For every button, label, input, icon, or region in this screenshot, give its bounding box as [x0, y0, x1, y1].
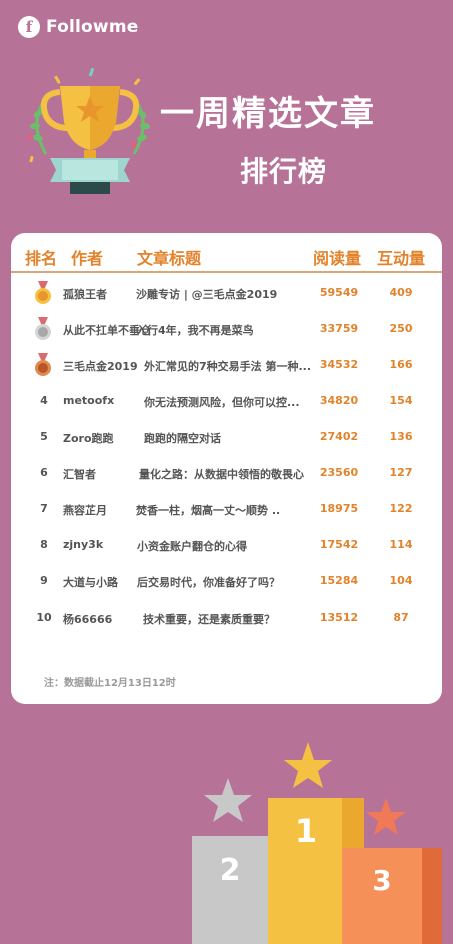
- podium-first-label: 1: [295, 812, 317, 850]
- page-subtitle: 排行榜: [240, 155, 328, 188]
- interaction-count: 127: [389, 466, 413, 479]
- data-cutoff-note: 注：数据截止12月13日12时: [44, 678, 176, 689]
- star-icon: [204, 778, 252, 822]
- interaction-count: 114: [389, 538, 413, 551]
- podium-third-label: 3: [372, 864, 391, 897]
- read-count: 59549: [319, 286, 359, 299]
- ranking-card: 排名 作者 文章标题 阅读量 互动量 孤狼王者 沙雕专访 | @三毛点金2019 5…: [11, 233, 442, 704]
- table-row[interactable]: 三毛点金2019 外汇常见的7种交易手法 第一种... 34532 166: [11, 349, 442, 385]
- interaction-count: 136: [389, 430, 413, 443]
- table-row[interactable]: 4 metoofx 你无法预测风险，但你可以控... 34820 154: [11, 385, 442, 421]
- author-name[interactable]: 三毛点金2019: [63, 358, 138, 374]
- author-name[interactable]: 汇智者: [63, 466, 96, 482]
- brand-logo[interactable]: f Followme: [18, 16, 139, 38]
- read-count: 34532: [319, 358, 359, 371]
- article-title-link[interactable]: 入行4年，我不再是菜鸟: [136, 322, 254, 338]
- article-title-link[interactable]: 你无法预测风险，但你可以控...: [144, 394, 300, 410]
- followme-logo-icon: f: [18, 16, 40, 38]
- bronze-medal-icon: [35, 353, 51, 376]
- author-name[interactable]: 大道与小路: [63, 574, 118, 590]
- article-title-link[interactable]: 沙雕专访 | @三毛点金2019: [136, 286, 277, 302]
- read-count: 34820: [319, 394, 359, 407]
- read-count: 15284: [319, 574, 359, 587]
- read-count: 33759: [319, 322, 359, 335]
- author-name[interactable]: metoofx: [63, 394, 114, 407]
- interaction-count: 122: [389, 502, 413, 515]
- brand-name: Followme: [46, 17, 139, 37]
- table-row[interactable]: 8 zjny3k 小资金账户翻仓的心得 17542 114: [11, 529, 442, 565]
- rank-number: 8: [40, 538, 48, 551]
- author-name[interactable]: 燕容芷月: [63, 502, 107, 518]
- read-count: 18975: [319, 502, 359, 515]
- interaction-count: 409: [389, 286, 413, 299]
- col-rank: 排名: [25, 249, 58, 268]
- rank-number: 7: [40, 502, 48, 515]
- rank-number: 5: [40, 430, 48, 443]
- interaction-count: 104: [389, 574, 413, 587]
- col-interactions: 互动量: [377, 249, 426, 268]
- table-row[interactable]: 5 Zoro跑跑 跑跑的隔空对话 27402 136: [11, 421, 442, 457]
- col-title: 文章标题: [137, 249, 202, 268]
- rank-number: 4: [40, 394, 48, 407]
- interaction-count: 154: [389, 394, 413, 407]
- gold-medal-icon: [35, 281, 51, 304]
- article-title-link[interactable]: 量化之路：从数据中领悟的敬畏心: [139, 466, 304, 482]
- article-title-link[interactable]: 外汇常见的7种交易手法 第一种...: [144, 358, 311, 374]
- trophy-icon: [26, 67, 150, 194]
- silver-medal-icon: [35, 317, 51, 340]
- interaction-count: 166: [389, 358, 413, 371]
- interaction-count: 250: [389, 322, 413, 335]
- col-author: 作者: [71, 249, 104, 268]
- read-count: 23560: [319, 466, 359, 479]
- table-row[interactable]: 孤狼王者 沙雕专访 | @三毛点金2019 59549 409: [11, 277, 442, 313]
- article-title-link[interactable]: 后交易时代，你准备好了吗？: [137, 574, 280, 590]
- author-name[interactable]: zjny3k: [63, 538, 103, 551]
- star-icon: [284, 742, 332, 788]
- interaction-count: 87: [393, 611, 409, 624]
- author-name[interactable]: Zoro跑跑: [63, 430, 114, 446]
- podium-second-label: 2: [220, 853, 241, 888]
- article-title-link[interactable]: 小资金账户翻仓的心得: [137, 538, 247, 554]
- read-count: 27402: [319, 430, 359, 443]
- table-row[interactable]: 9 大道与小路 后交易时代，你准备好了吗？ 15284 104: [11, 565, 442, 601]
- read-count: 13512: [319, 611, 359, 624]
- rank-number: 10: [36, 611, 52, 624]
- table-row[interactable]: 从此不扛单不垂仓 入行4年，我不再是菜鸟 33759 250: [11, 313, 442, 349]
- star-icon: [366, 798, 406, 835]
- page-title: 一周精选文章: [160, 94, 376, 134]
- table-row[interactable]: 7 燕容芷月 焚香一柱，烟高一丈～顺势 .. 18975 122: [11, 493, 442, 529]
- author-name[interactable]: 孤狼王者: [63, 286, 107, 302]
- read-count: 17542: [319, 538, 359, 551]
- table-row[interactable]: 10 杨66666 技术重要，还是素质重要？ 13512 87: [11, 602, 442, 638]
- table-row[interactable]: 6 汇智者 量化之路：从数据中领悟的敬畏心 23560 127: [11, 457, 442, 493]
- podium-illustration: 1 2 3: [192, 742, 442, 944]
- article-title-link[interactable]: 跑跑的隔空对话: [144, 430, 221, 446]
- article-title-link[interactable]: 技术重要，还是素质重要？: [143, 611, 275, 627]
- rank-number: 9: [40, 574, 48, 587]
- table-header: 排名 作者 文章标题 阅读量 互动量: [11, 233, 442, 273]
- rank-number: 6: [40, 466, 48, 479]
- author-name[interactable]: 杨66666: [63, 611, 112, 627]
- article-title-link[interactable]: 焚香一柱，烟高一丈～顺势 ..: [136, 502, 280, 518]
- col-reads: 阅读量: [313, 249, 362, 268]
